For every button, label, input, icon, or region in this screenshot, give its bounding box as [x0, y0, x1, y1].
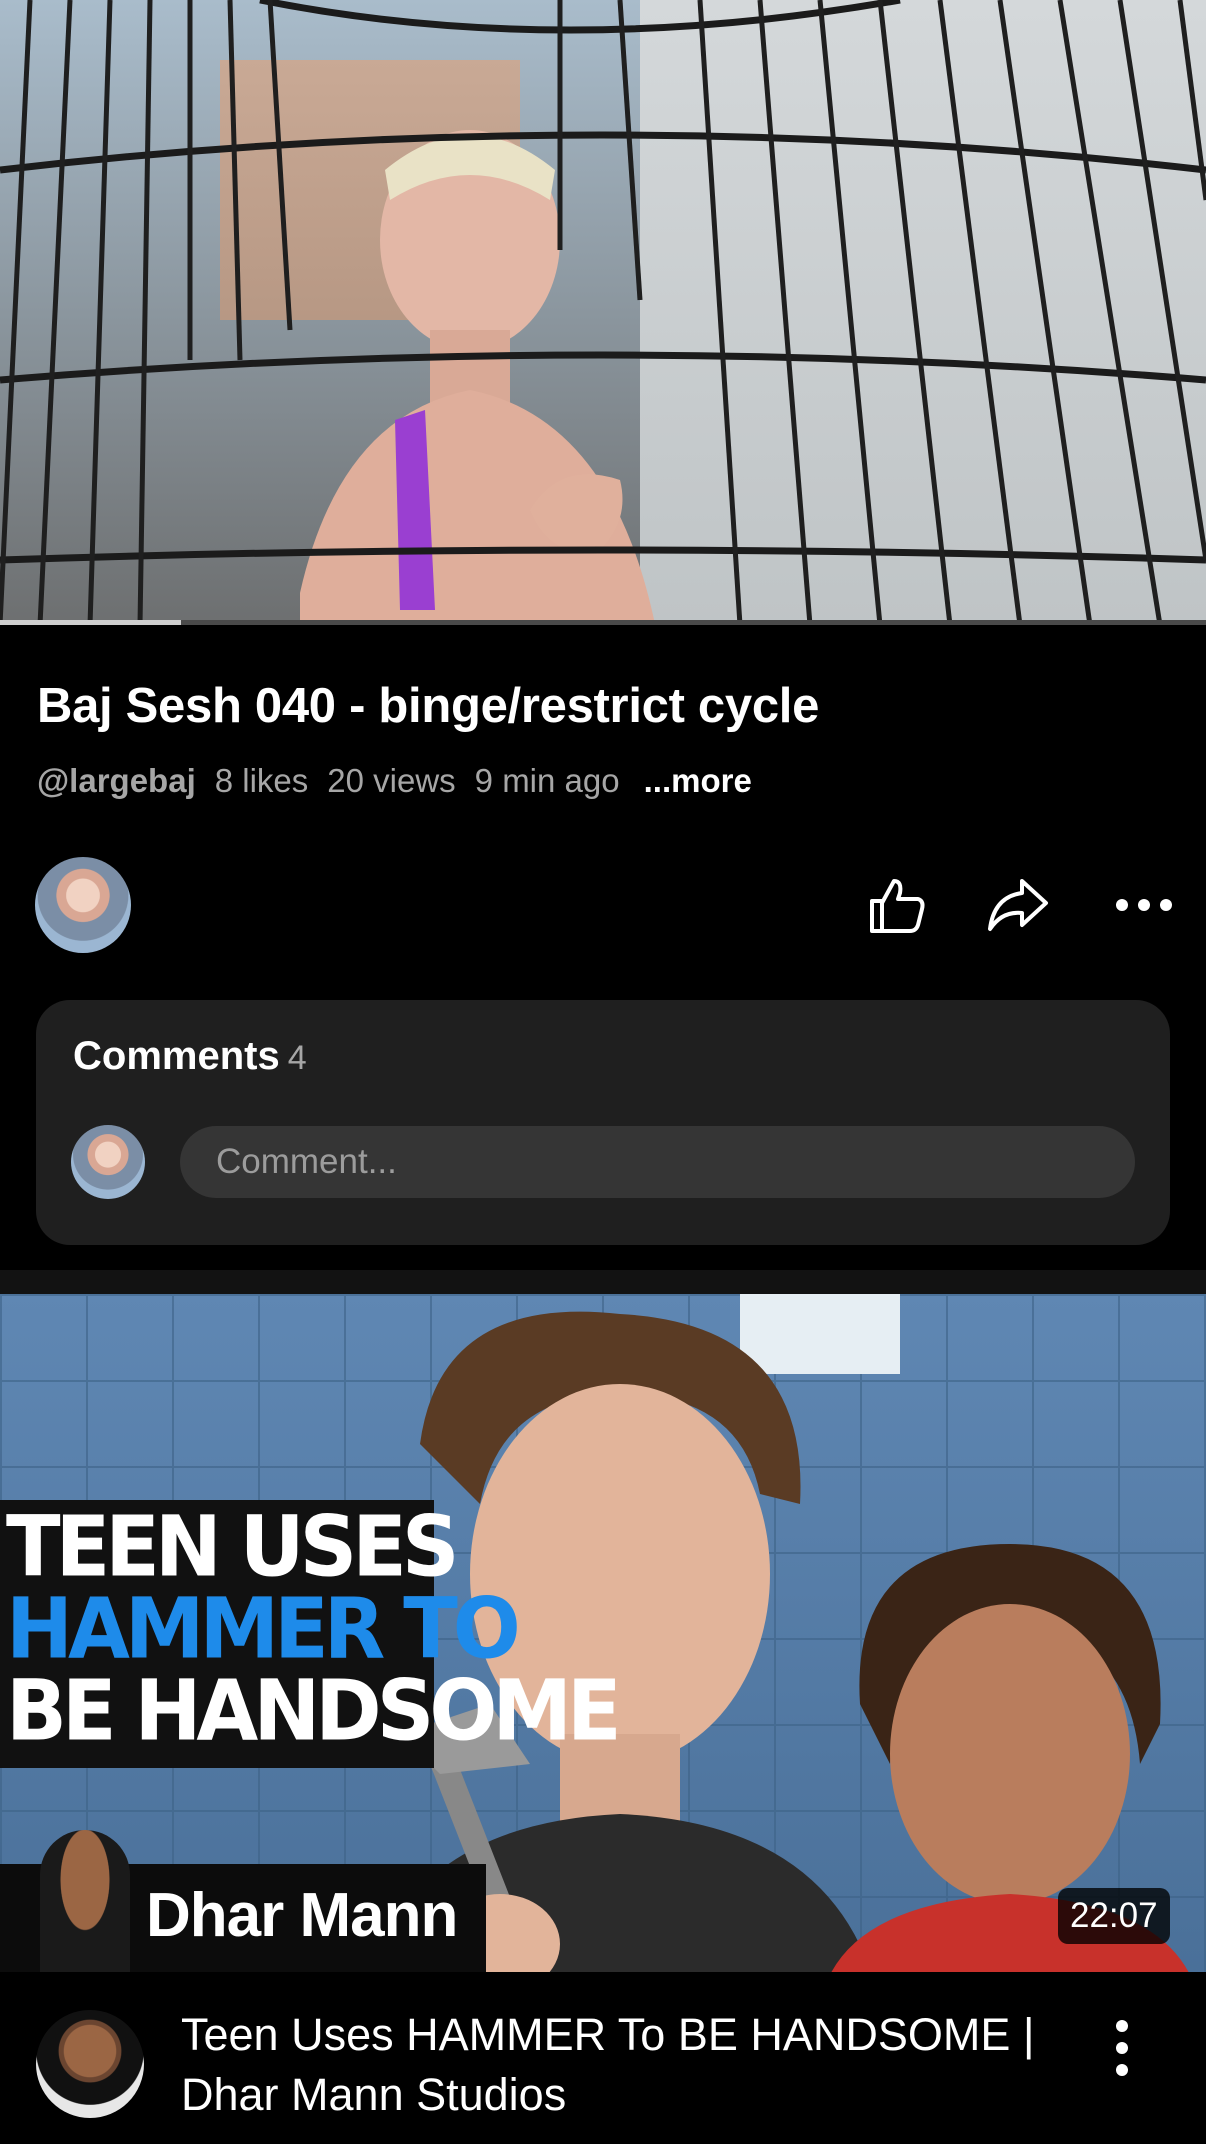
- thumbnail-headline-line-2: HAMMER TO: [6, 1579, 521, 1678]
- video-duration-badge: 22:07: [1058, 1888, 1170, 1944]
- thumbnail-headline-line-1: TEEN USES: [6, 1497, 460, 1596]
- more-options-button[interactable]: [1112, 873, 1176, 937]
- action-row: [0, 855, 1206, 955]
- recommended-video-thumbnail[interactable]: TEEN USES HAMMER TO BE HANDSOME Dhar Man…: [0, 1294, 1206, 1972]
- video-title: Baj Sesh 040 - binge/restrict cycle: [37, 679, 820, 733]
- thumbnail-brand-face: [40, 1830, 130, 1972]
- comments-title: Comments: [73, 1034, 280, 1078]
- thumbnail-headline-line-3: BE HANDSOME: [6, 1661, 622, 1760]
- playback-progress-fill: [0, 620, 181, 625]
- comment-input[interactable]: [180, 1126, 1135, 1198]
- comments-heading: Comments 4: [73, 1034, 307, 1079]
- playback-progress-bar[interactable]: [0, 620, 1206, 625]
- recommended-channel-avatar[interactable]: [36, 2010, 144, 2118]
- share-arrow-icon: [988, 879, 1048, 931]
- comments-count: 4: [287, 1039, 307, 1077]
- like-button[interactable]: [866, 873, 930, 937]
- thumbs-up-icon: [870, 879, 925, 933]
- thumbnail-brand-text: Dhar Mann: [146, 1881, 458, 1950]
- horizontal-ellipsis-icon: [1116, 899, 1172, 911]
- upload-age: 9 min ago: [474, 762, 620, 799]
- description-more-link[interactable]: ...more: [644, 762, 752, 800]
- like-count: 8 likes: [214, 762, 309, 799]
- view-count: 20 views: [327, 762, 456, 799]
- player-egg-chair-cage: [0, 0, 1206, 625]
- channel-handle[interactable]: @largebaj: [37, 762, 196, 800]
- video-metadata[interactable]: @largebaj 8 likes 20 views 9 min ago ...…: [37, 762, 771, 800]
- section-divider: [0, 1270, 1206, 1294]
- channel-avatar[interactable]: [35, 857, 131, 953]
- comments-card[interactable]: Comments 4: [36, 1000, 1170, 1245]
- video-player[interactable]: [0, 0, 1206, 625]
- recommended-video-title[interactable]: Teen Uses HAMMER To BE HANDSOME | Dhar M…: [181, 2005, 1041, 2125]
- current-user-avatar: [71, 1125, 145, 1199]
- share-button[interactable]: [986, 873, 1050, 937]
- recommended-menu-button[interactable]: [1104, 2018, 1140, 2078]
- vertical-ellipsis-icon: [1116, 2020, 1128, 2076]
- thumbnail-headline: TEEN USES HAMMER TO BE HANDSOME: [0, 1497, 622, 1768]
